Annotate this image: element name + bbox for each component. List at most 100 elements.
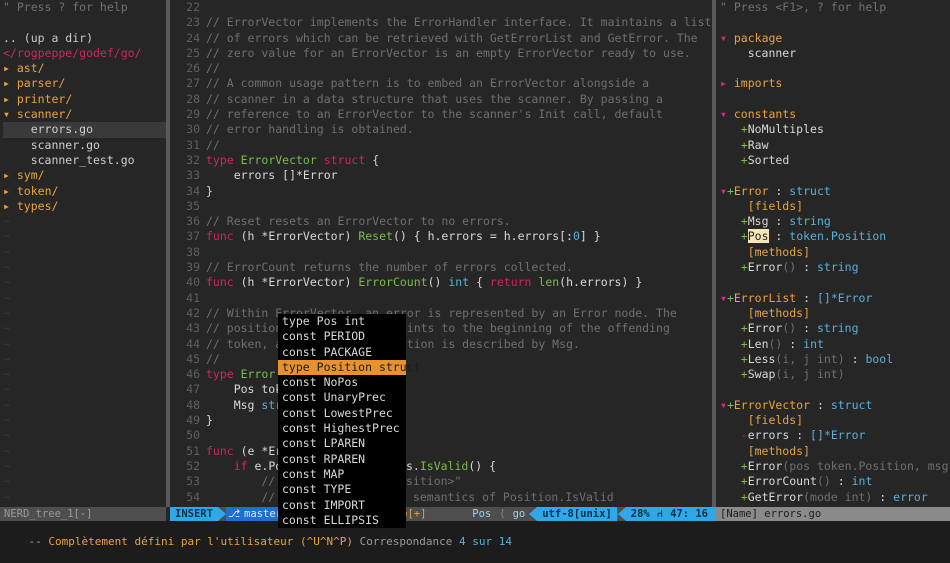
code-line[interactable]: 48 Msg strin (170, 398, 712, 413)
disclosure-arrow-icon[interactable]: ▾ (720, 184, 727, 198)
tagbar-type-row[interactable]: ▾+ErrorVector : struct (720, 398, 950, 413)
nerdtree-file-item[interactable]: errors.go (3, 122, 166, 138)
nerdtree-dir-item[interactable]: ▸ parser/ (3, 76, 166, 91)
nerdtree-file-item[interactable]: scanner_test.go (3, 153, 166, 168)
code-line[interactable]: 29 // reference to an ErrorVector to the … (170, 107, 712, 122)
code-line[interactable]: 32 type ErrorVector struct { (170, 153, 712, 168)
disclosure-arrow-icon[interactable]: ▸ (720, 76, 727, 90)
tagbar-member-row[interactable]: +NoMultiples (720, 122, 950, 137)
tagbar-member-row[interactable]: +Error() : string (720, 321, 950, 336)
tagbar-member-row[interactable]: +GetError(mode int) : error (720, 490, 950, 505)
completion-item[interactable]: const RPAREN (278, 452, 406, 467)
nerdtree-file-explorer[interactable]: " Press ? for help .. (up a dir) </rogpe… (0, 0, 166, 507)
code-line[interactable]: 45 // (170, 352, 712, 367)
code-editor[interactable]: 22 23 // ErrorVector implements the ErrorH… (170, 0, 712, 507)
disclosure-arrow-icon[interactable]: ▸ (3, 76, 10, 90)
code-line[interactable]: 35 (170, 199, 712, 214)
nerdtree-dir-list[interactable]: ▸ ast/▸ parser/▸ printer/▾ scanner/ (3, 61, 166, 122)
nerdtree-up-dir[interactable]: .. (up a dir) (3, 31, 166, 46)
code-line[interactable]: 23 // ErrorVector implements the ErrorHan… (170, 15, 712, 30)
tagbar-member-row[interactable]: +Error(pos token.Position, msg string (720, 459, 950, 474)
nerdtree-file-item[interactable]: scanner.go (3, 138, 166, 153)
code-line[interactable]: 52 if e.Pos. (170, 459, 712, 474)
disclosure-arrow-icon[interactable]: ▾ (720, 291, 727, 305)
disclosure-arrow-icon[interactable]: ▾ (720, 107, 727, 121)
tagbar-member-row[interactable]: +Pos : token.Position (720, 229, 950, 244)
disclosure-arrow-icon[interactable]: ▸ (3, 168, 10, 182)
tagbar-member-row[interactable]: +Less(i, j int) : bool (720, 352, 950, 367)
code-line[interactable]: 37 func (h *ErrorVector) Reset() { h.erro… (170, 229, 712, 244)
code-line[interactable]: 22 (170, 0, 712, 15)
code-line[interactable]: 31 // (170, 138, 712, 153)
completion-item[interactable]: const PERIOD (278, 329, 406, 344)
completion-item[interactable]: const LPAREN (278, 436, 406, 451)
code-line[interactable]: 50 (170, 428, 712, 443)
code-line[interactable]: 46type Error struct { (170, 367, 712, 382)
tagbar-plain-row[interactable]: scanner (720, 46, 950, 61)
nerdtree-dir-item[interactable]: ▸ types/ (3, 199, 166, 214)
code-line[interactable]: 38 (170, 245, 712, 260)
code-line[interactable]: 30 // error handling is obtained. (170, 122, 712, 137)
completion-item[interactable]: const HighestPrec (278, 421, 406, 436)
tagbar-member-row[interactable]: +Swap(i, j int) (720, 367, 950, 382)
nerdtree-dir-item[interactable]: ▸ printer/ (3, 92, 166, 107)
disclosure-arrow-icon[interactable]: ▸ (3, 61, 10, 75)
nerdtree-dir-item[interactable]: ▸ token/ (3, 184, 166, 199)
disclosure-arrow-icon[interactable]: ▾ (3, 107, 10, 121)
disclosure-arrow-icon[interactable]: ▾ (720, 398, 727, 412)
tagbar-row-container[interactable]: ▾ package scanner ▸ imports ▾ constants … (720, 15, 950, 507)
code-line[interactable]: 33 errors []*Error (170, 168, 712, 183)
code-line[interactable]: 54 // TO (170, 489, 712, 505)
disclosure-arrow-icon[interactable]: ▸ (3, 92, 10, 106)
code-line[interactable]: 27 // A common usage pattern is to embed … (170, 76, 712, 91)
tagbar-member-row[interactable]: +Sorted (720, 153, 950, 168)
disclosure-arrow-icon[interactable]: ▾ (720, 31, 727, 45)
code-line[interactable]: 28 // scanner in a data structure that us… (170, 92, 712, 107)
nerdtree-file-list[interactable]: errors.go scanner.go scanner_test.go (3, 122, 166, 168)
code-line-container[interactable]: 22 23 // ErrorVector implements the ErrorH… (170, 0, 712, 507)
tagbar-member-row[interactable]: +Raw (720, 138, 950, 153)
tagbar-member-row[interactable]: -errors : []*Error (720, 428, 950, 443)
code-line[interactable]: 40 func (h *ErrorVector) ErrorCount() int… (170, 275, 712, 290)
tagbar-member-row[interactable]: +Len() : int (720, 337, 950, 352)
tagbar-member-row[interactable]: +Error() : string (720, 260, 950, 275)
completion-item[interactable]: type Pos int (278, 314, 406, 329)
nerdtree-dir-list-2[interactable]: ▸ sym/▸ token/▸ types/ (3, 168, 166, 214)
code-line[interactable]: 34} (170, 184, 712, 199)
completion-item[interactable]: const IMPORT (278, 498, 406, 513)
completion-item[interactable]: const UnaryPrec (278, 390, 406, 405)
disclosure-arrow-icon[interactable]: ▸ (3, 184, 10, 198)
tagbar-outline[interactable]: " Press <F1>, ? for help ▾ package scann… (716, 0, 950, 507)
code-line[interactable]: 44// token, and the error condition is d… (170, 337, 712, 352)
code-line[interactable]: 25 // zero value for an ErrorVector is an… (170, 46, 712, 61)
code-line[interactable]: 41 (170, 291, 712, 306)
completion-item[interactable]: const LowestPrec (278, 406, 406, 421)
nerdtree-dir-item[interactable]: ▾ scanner/ (3, 107, 166, 122)
tagbar-member-row[interactable]: +Msg : string (720, 214, 950, 229)
nerdtree-dir-item[interactable]: ▸ ast/ (3, 61, 166, 76)
tagbar-type-row[interactable]: ▾+Error : struct (720, 184, 950, 199)
completion-item[interactable]: const MAP (278, 467, 406, 482)
completion-item[interactable]: const PACKAGE (278, 345, 406, 360)
tagbar-kind-row[interactable]: ▾ package (720, 31, 950, 46)
code-line[interactable]: 49} (170, 413, 712, 428)
completion-popup-menu[interactable]: type Pos int const PERIOD const PACKAGE typ… (278, 314, 421, 529)
code-line[interactable]: 42 // Within ErrorVector, an error is rep… (170, 306, 712, 321)
nerdtree-dir-item[interactable]: ▸ sym/ (3, 168, 166, 183)
completion-item[interactable]: const ELLIPSIS (278, 513, 406, 528)
completion-item[interactable]: const NoPos (278, 375, 406, 390)
tagbar-kind-row[interactable]: ▾ constants (720, 107, 950, 122)
completion-item[interactable]: const TYPE (278, 482, 406, 497)
code-line[interactable]: 26 // (170, 61, 712, 76)
tagbar-type-row[interactable]: ▾+ErrorList : []*Error (720, 291, 950, 306)
code-line[interactable]: 39 // ErrorCount returns the number of er… (170, 260, 712, 275)
disclosure-arrow-icon[interactable]: ▸ (3, 199, 10, 213)
code-line[interactable]: 51 func (e *Erro (170, 444, 712, 459)
code-line[interactable]: 24 // of errors which can be retrieved wi… (170, 31, 712, 46)
tagbar-kind-row[interactable]: ▸ imports (720, 76, 950, 91)
tagbar-member-row[interactable]: +ErrorCount() : int (720, 474, 950, 489)
code-line[interactable]: 53 // do (170, 474, 712, 489)
completion-item[interactable]: type Position struct (278, 359, 421, 376)
code-line[interactable]: 43 // position Pos, if valid, points to t… (170, 321, 712, 336)
code-line[interactable]: 36 // Reset resets an ErrorVector to no e… (170, 214, 712, 229)
